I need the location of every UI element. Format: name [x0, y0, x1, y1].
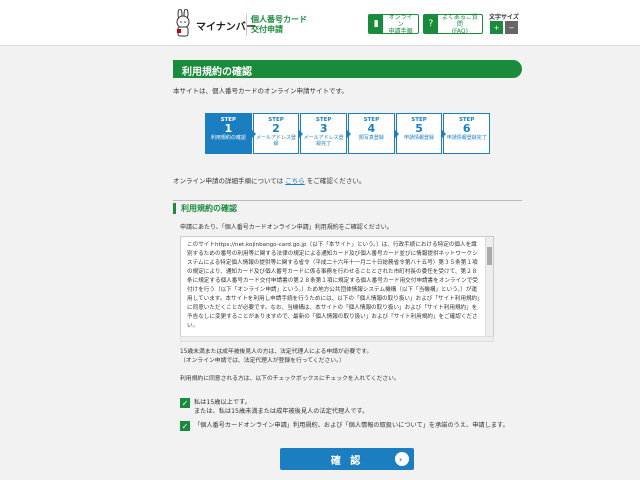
site-title-line1: 個人番号カード — [251, 15, 307, 24]
font-size-label: 文字サイズ — [489, 14, 519, 21]
intro-text: 本サイトは、個人番号カードのオンライン申請サイトです。 — [173, 87, 348, 95]
logo-divider — [246, 14, 247, 36]
faq-label: よくあるご質問 (FAQ) — [441, 13, 478, 35]
site-title: 個人番号カード 交付申請 — [251, 15, 307, 35]
site-header: マイナンバー 個人番号カード 交付申請 ▮ オンライン 申請手順 ? よくあるご… — [0, 0, 640, 46]
page-title-bar: 利用規約の確認 — [173, 60, 522, 78]
step-1: STEP 1 利用規約の確認 — [205, 113, 256, 154]
terms-vertical-scrollbar[interactable] — [485, 237, 493, 339]
age-confirmation-label: 私は15歳以上です。 または、私は15歳未満または成年被後見人の法定代理人です。 — [194, 399, 369, 415]
online-guide-label: オンライン 申請手順 — [388, 13, 413, 35]
terms-agreement-label: 「個人番号カードオンライン申請」利用規約、および「個人情報の取扱いについて」を承… — [194, 422, 509, 429]
page-title: 利用規約の確認 — [182, 67, 252, 78]
book-icon: ▮ — [369, 15, 384, 33]
online-guide-text: オンライン申請の詳細手順については こちら をご確認ください。 — [173, 177, 366, 185]
step-6: STEP 6 申請情報登録完了 — [443, 113, 491, 154]
guardian-note: 15歳未満または成年被後見人の方は、法定代理人による申請が必要です。 （オンライ… — [180, 349, 373, 364]
faq-button[interactable]: ? よくあるご質問 (FAQ) — [423, 13, 483, 35]
step-4: STEP 4 顔写真登録 — [348, 113, 399, 154]
progress-stepper: STEP 1 利用規約の確認 STEP 2 メールアドレス登録 STEP 3 メ… — [205, 113, 491, 154]
site-title-line2: 交付申請 — [251, 25, 283, 34]
age-confirmation-row[interactable]: ✓ 私は15歳以上です。 または、私は15歳未満または成年被後見人の法定代理人で… — [180, 398, 368, 416]
font-size-decrease-button[interactable]: − — [505, 21, 518, 34]
chevron-right-icon: › — [395, 452, 409, 466]
scrollbar-thumb[interactable] — [487, 247, 492, 265]
step-5: STEP 5 申請情報登録 — [395, 113, 447, 154]
step-3: STEP 3 メールアドレス登録完了 — [300, 113, 351, 154]
terms-agreement-row[interactable]: ✓ 「個人番号カードオンライン申請」利用規約、および「個人情報の取扱いについて」… — [180, 421, 509, 431]
terms-textbox[interactable]: このサイトhttps://net.kojinbango-card.go.jp（以… — [180, 236, 494, 340]
section-divider — [173, 200, 522, 201]
terms-note: 申請にあたり、「個人番号カードオンライン申請」利用規約をご確認ください。 — [180, 224, 393, 231]
font-size-increase-button[interactable]: + — [490, 21, 503, 34]
online-guide-button[interactable]: ▮ オンライン 申請手順 — [368, 13, 419, 35]
online-guide-link[interactable]: こちら — [285, 177, 305, 185]
question-icon: ? — [424, 15, 438, 33]
mynumber-mascot-icon[interactable] — [173, 9, 193, 37]
terms-agreement-checkbox[interactable]: ✓ — [180, 421, 190, 431]
checkbox-instruction: 利用規約に同意される方は、以下のチェックボックスにチェックを入れてください。 — [180, 376, 400, 382]
terms-horizontal-scrollbar[interactable] — [180, 336, 494, 342]
terms-heading: 利用規約の確認 — [173, 203, 237, 214]
step-2: STEP 2 メールアドレス登録 — [252, 113, 303, 154]
terms-body: このサイトhttps://net.kojinbango-card.go.jp（以… — [187, 242, 480, 329]
age-confirmation-checkbox[interactable]: ✓ — [180, 398, 190, 408]
confirm-button[interactable]: 確 認 › — [280, 448, 414, 470]
confirm-label: 確 認 — [330, 455, 364, 467]
